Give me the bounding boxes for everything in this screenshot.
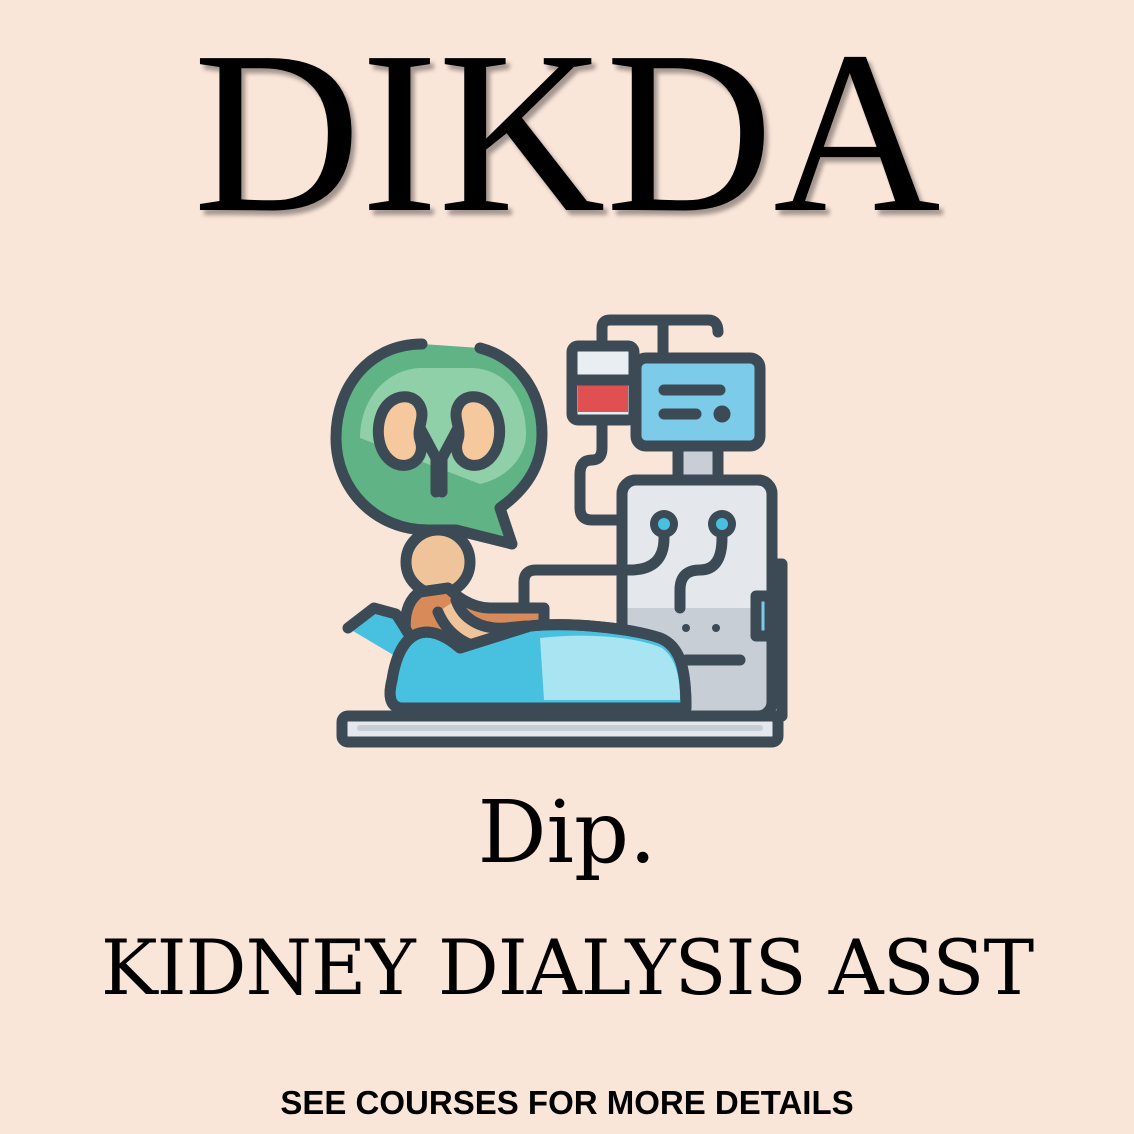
- kidney-dialysis-icon: [330, 308, 790, 758]
- course-name: KIDNEY DIALYSIS ASST: [100, 923, 1034, 1012]
- diploma-label: Dip.: [477, 783, 657, 883]
- page-title: DIKDA: [193, 4, 941, 261]
- details-note: SEE COURSES FOR MORE DETAILS: [280, 1084, 854, 1121]
